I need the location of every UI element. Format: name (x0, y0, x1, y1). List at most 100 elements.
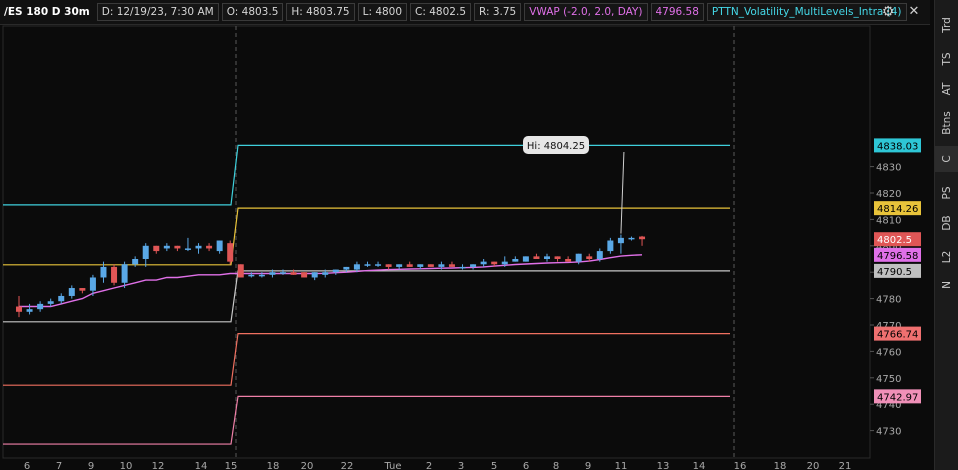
y-tick-label: 4750 (876, 374, 901, 385)
candle-body (427, 264, 434, 267)
candle-body (79, 288, 86, 291)
candle-body (353, 264, 360, 270)
price-tag-label: 4814.26 (877, 204, 918, 215)
sidebar-tab-db[interactable]: DB (935, 210, 958, 236)
x-tick-label: 21 (839, 461, 852, 470)
x-tick-label: 8 (553, 461, 559, 470)
candle-body (248, 274, 255, 277)
candle-body (596, 251, 603, 259)
price-tag-label: 4802.5 (877, 235, 912, 246)
candle-body (311, 272, 318, 278)
candle-body (227, 243, 234, 262)
candle-body (216, 240, 223, 252)
candle-body (617, 237, 624, 244)
sidebar-tab-label: AT (941, 82, 953, 96)
sidebar-tab-at[interactable]: AT (935, 76, 958, 102)
candle-body (544, 256, 550, 259)
price-tag-label: 4838.03 (877, 141, 918, 152)
x-tick-label: 15 (225, 461, 238, 470)
candle-body (628, 237, 635, 240)
sidebar-tab-trd[interactable]: Trd (935, 12, 958, 38)
sidebar-tab-label: TS (941, 52, 953, 66)
candle-body (280, 272, 286, 274)
candle-body (184, 248, 191, 250)
candle-body (417, 264, 424, 267)
sidebar-tab-ts[interactable]: TS (935, 46, 958, 72)
candle-body (322, 272, 329, 275)
sidebar-tab-label: Btns (941, 111, 953, 135)
x-tick-label: 5 (491, 461, 497, 470)
candle-body (269, 272, 276, 275)
sidebar-tab-label: Trd (941, 17, 953, 33)
price-tag-label: 4766.74 (877, 330, 918, 341)
hi-annotation-label: Hi: 4804.25 (527, 141, 585, 152)
x-tick-label: 10 (120, 461, 133, 470)
candle-body (58, 295, 65, 302)
candle-body (153, 245, 160, 252)
candle-body (480, 261, 487, 265)
y-tick-label: 4780 (876, 295, 901, 306)
sidebar-tab-ps[interactable]: PS (935, 180, 958, 206)
candle-body (89, 277, 96, 291)
x-tick-label: 20 (301, 461, 314, 470)
x-tick-label: 22 (341, 461, 354, 470)
x-tick-label: 18 (774, 461, 787, 470)
sidebar-tab-n[interactable]: N (935, 272, 958, 298)
candle-body (142, 245, 149, 259)
candle-body (195, 245, 202, 249)
y-tick-label: 4760 (876, 347, 901, 358)
price-tag-label: 4796.58 (877, 251, 918, 262)
candle-body (470, 264, 477, 267)
price-tag-label: 4742.97 (877, 392, 918, 403)
candle-body (174, 245, 181, 249)
x-tick-label: 12 (152, 461, 165, 470)
candle-body (121, 264, 128, 283)
price-chart[interactable]: 4730474047504760477047804790480048104820… (0, 0, 934, 470)
candle-body (586, 256, 593, 259)
candle-body (364, 264, 371, 266)
x-tick-label: 2 (426, 461, 432, 470)
x-tick-label: 9 (585, 461, 591, 470)
candle-body (68, 288, 75, 296)
candle-body (501, 261, 508, 265)
candle-body (111, 266, 118, 283)
sidebar-tab-label: C (941, 155, 953, 163)
sidebar-tab-label: L2 (941, 250, 953, 264)
candle-body (163, 245, 170, 249)
candle-body (396, 264, 403, 267)
candle-body (237, 264, 244, 278)
sidebar-tab-label: DB (941, 215, 953, 231)
sidebar-tab-l2[interactable]: L2 (935, 244, 958, 270)
x-tick-label: 16 (734, 461, 747, 470)
candle-body (491, 261, 498, 265)
candle-body (639, 236, 646, 240)
candle-body (448, 264, 455, 267)
candle-body (16, 306, 22, 312)
x-tick-label: 14 (195, 461, 208, 470)
x-tick-label: 6 (24, 461, 30, 470)
x-tick-label: 18 (267, 461, 280, 470)
sidebar-tab-label: PS (941, 186, 953, 200)
x-tick-label: 20 (807, 461, 820, 470)
candle-body (406, 264, 413, 267)
price-tag-label: 4790.5 (877, 267, 912, 278)
candle-body (533, 256, 540, 259)
sidebar-tab-c[interactable]: C (935, 146, 958, 172)
candle-body (554, 256, 561, 259)
x-tick-label: 14 (693, 461, 706, 470)
x-tick-label: Tue (383, 461, 401, 470)
x-tick-label: 11 (615, 461, 628, 470)
candle-body (290, 272, 297, 275)
candle-body (385, 264, 392, 267)
candle-body (522, 256, 529, 262)
candle-body (301, 272, 308, 278)
candle-body (47, 301, 54, 304)
right-sidebar: Trd TS AT Btns C PS DB L2 N (934, 0, 958, 470)
candle-body (375, 264, 382, 266)
candle-body (258, 274, 265, 277)
x-tick-label: 9 (88, 461, 94, 470)
y-tick-label: 4830 (876, 163, 901, 174)
candle-body (26, 309, 33, 312)
sidebar-tab-btns[interactable]: Btns (935, 110, 958, 136)
candle-body (565, 259, 572, 262)
